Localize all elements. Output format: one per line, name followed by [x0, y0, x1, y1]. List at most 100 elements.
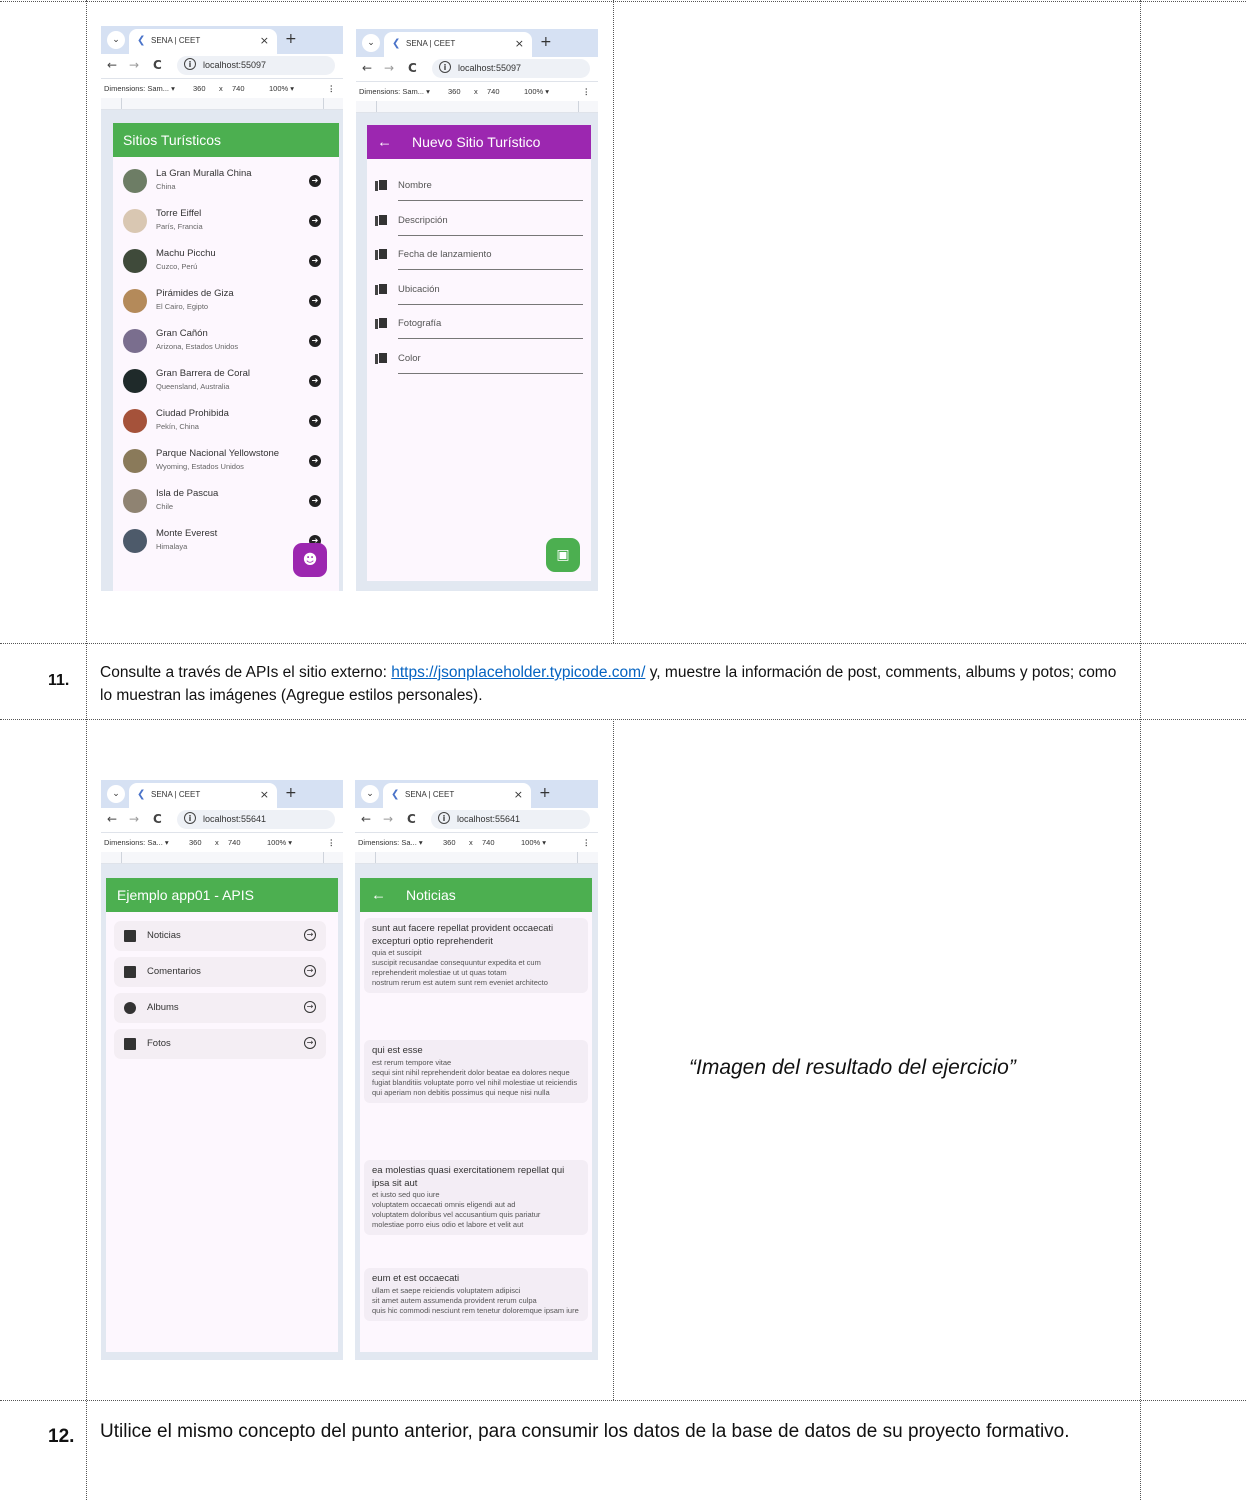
arrow-circle-icon[interactable]: ➔	[309, 455, 321, 467]
back-arrow-icon[interactable]: ←	[107, 812, 117, 826]
list-item[interactable]: Pirámides de Giza El Cairo, Egipto ➔	[113, 283, 339, 323]
new-tab-button[interactable]: +	[540, 34, 552, 50]
tab-close-icon[interactable]: ×	[515, 37, 524, 50]
device-height[interactable]: 740	[232, 84, 245, 93]
device-width[interactable]: 360	[448, 87, 461, 96]
back-arrow-icon[interactable]: ←	[107, 58, 117, 72]
menu-item-albums[interactable]: Albums →	[114, 993, 326, 1023]
forward-arrow-icon[interactable]: →	[384, 61, 394, 75]
browser-tab[interactable]: ❮ SENA | CEET ×	[384, 32, 532, 57]
new-tab-button[interactable]: +	[285, 785, 297, 801]
arrow-circle-icon[interactable]: →	[304, 965, 316, 977]
device-dimensions-select[interactable]: Dimensions: Sa... ▾	[104, 838, 169, 847]
zoom-select[interactable]: 100% ▾	[269, 84, 294, 93]
reload-icon[interactable]: C	[408, 61, 417, 75]
device-dimensions-select[interactable]: Dimensions: Sam... ▾	[104, 84, 175, 93]
reload-icon[interactable]: C	[153, 812, 162, 826]
jsonplaceholder-link[interactable]: https://jsonplaceholder.typicode.com/	[391, 664, 645, 681]
list-item[interactable]: Ciudad Prohibida Pekín, China ➔	[113, 403, 339, 443]
device-height[interactable]: 740	[487, 87, 500, 96]
forward-arrow-icon[interactable]: →	[383, 812, 393, 826]
post-card[interactable]: qui est esse est rerum tempore vitae sequ…	[364, 1040, 588, 1103]
list-item[interactable]: Gran Cañón Arizona, Estados Unidos ➔	[113, 323, 339, 363]
address-bar[interactable]: i localhost:55641	[177, 810, 335, 829]
device-dimensions-select[interactable]: Dimensions: Sa... ▾	[358, 838, 423, 847]
reload-icon[interactable]: C	[153, 58, 162, 72]
post-card[interactable]: eum et est occaecati ullam et saepe reici…	[364, 1268, 588, 1321]
list-item[interactable]: Isla de Pascua Chile ➔	[113, 483, 339, 523]
back-arrow-icon[interactable]: ←	[371, 887, 386, 904]
profile-fab-button[interactable]: ☻	[293, 543, 327, 577]
tab-search-dropdown[interactable]: ⌄	[107, 31, 125, 49]
tab-close-icon[interactable]: ×	[260, 34, 269, 47]
arrow-circle-icon[interactable]: →	[304, 1037, 316, 1049]
back-arrow-icon[interactable]: ←	[377, 134, 392, 151]
address-bar[interactable]: i localhost:55641	[431, 810, 590, 829]
device-height[interactable]: 740	[228, 838, 241, 847]
tab-close-icon[interactable]: ×	[514, 788, 523, 801]
browser-tab[interactable]: ❮ SENA | CEET ×	[129, 783, 277, 808]
browser-tab[interactable]: ❮ SENA | CEET ×	[129, 29, 277, 54]
form-field[interactable]: Fotografía	[367, 310, 591, 345]
site-info-icon[interactable]: i	[184, 812, 196, 824]
device-height[interactable]: 740	[482, 838, 495, 847]
arrow-circle-icon[interactable]: ➔	[309, 175, 321, 187]
device-width[interactable]: 360	[193, 84, 206, 93]
tab-search-dropdown[interactable]: ⌄	[362, 34, 380, 52]
arrow-circle-icon[interactable]: ➔	[309, 215, 321, 227]
more-options-icon[interactable]: ⋮	[583, 87, 591, 96]
more-options-icon[interactable]: ⋮	[583, 838, 591, 847]
site-info-icon[interactable]: i	[184, 58, 196, 70]
form-field[interactable]: Descripción	[367, 207, 591, 242]
back-arrow-icon[interactable]: ←	[361, 812, 371, 826]
post-card[interactable]: sunt aut facere repellat provident occae…	[364, 918, 588, 993]
site-info-icon[interactable]: i	[438, 812, 450, 824]
reload-icon[interactable]: C	[407, 812, 416, 826]
tab-close-icon[interactable]: ×	[260, 788, 269, 801]
address-bar[interactable]: i localhost:55097	[177, 56, 335, 75]
device-width[interactable]: 360	[189, 838, 202, 847]
site-info-icon[interactable]: i	[439, 61, 451, 73]
save-fab-button[interactable]: ▣	[546, 538, 580, 572]
device-width[interactable]: 360	[443, 838, 456, 847]
arrow-circle-icon[interactable]: ➔	[309, 295, 321, 307]
form-field[interactable]: Ubicación	[367, 276, 591, 311]
arrow-circle-icon[interactable]: →	[304, 929, 316, 941]
list-item[interactable]: Torre Eiffel París, Francia ➔	[113, 203, 339, 243]
browser-tab[interactable]: ❮ SENA | CEET ×	[383, 783, 531, 808]
list-item[interactable]: La Gran Muralla China China ➔	[113, 163, 339, 203]
device-dimensions-select[interactable]: Dimensions: Sam... ▾	[359, 87, 430, 96]
arrow-circle-icon[interactable]: ➔	[309, 495, 321, 507]
address-bar[interactable]: i localhost:55097	[432, 59, 590, 78]
menu-item-noticias[interactable]: Noticias →	[114, 921, 326, 951]
new-tab-button[interactable]: +	[285, 31, 297, 47]
tab-search-dropdown[interactable]: ⌄	[361, 785, 379, 803]
arrow-circle-icon[interactable]: →	[304, 1001, 316, 1013]
tab-search-dropdown[interactable]: ⌄	[107, 785, 125, 803]
forward-arrow-icon[interactable]: →	[129, 58, 139, 72]
list-item[interactable]: Machu Picchu Cuzco, Perú ➔	[113, 243, 339, 283]
form-field[interactable]: Nombre	[367, 172, 591, 207]
arrow-circle-icon[interactable]: ➔	[309, 255, 321, 267]
list-item[interactable]: Gran Barrera de Coral Queensland, Austral…	[113, 363, 339, 403]
list-item[interactable]: Parque Nacional Yellowstone Wyoming, Esta…	[113, 443, 339, 483]
more-options-icon[interactable]: ⋮	[328, 84, 336, 93]
arrow-circle-icon[interactable]: ➔	[309, 335, 321, 347]
arrow-circle-icon[interactable]: ➔	[309, 415, 321, 427]
back-arrow-icon[interactable]: ←	[362, 61, 372, 75]
task-12-text: Utilice el mismo concepto del punto ante…	[100, 1421, 1070, 1442]
form-field[interactable]: Fecha de lanzamiento	[367, 241, 591, 276]
menu-item-comentarios[interactable]: Comentarios →	[114, 957, 326, 987]
menu-item-fotos[interactable]: Fotos →	[114, 1029, 326, 1059]
zoom-select[interactable]: 100% ▾	[267, 838, 292, 847]
zoom-select[interactable]: 100% ▾	[524, 87, 549, 96]
field-label: Descripción	[398, 214, 448, 226]
new-tab-button[interactable]: +	[539, 785, 551, 801]
post-card[interactable]: ea molestias quasi exercitationem repell…	[364, 1160, 588, 1235]
arrow-circle-icon[interactable]: ➔	[309, 375, 321, 387]
result-image-caption: “Imagen del resultado del ejercicio”	[689, 1056, 1016, 1079]
more-options-icon[interactable]: ⋮	[328, 838, 336, 847]
form-field[interactable]: Color	[367, 345, 591, 380]
zoom-select[interactable]: 100% ▾	[521, 838, 546, 847]
forward-arrow-icon[interactable]: →	[129, 812, 139, 826]
